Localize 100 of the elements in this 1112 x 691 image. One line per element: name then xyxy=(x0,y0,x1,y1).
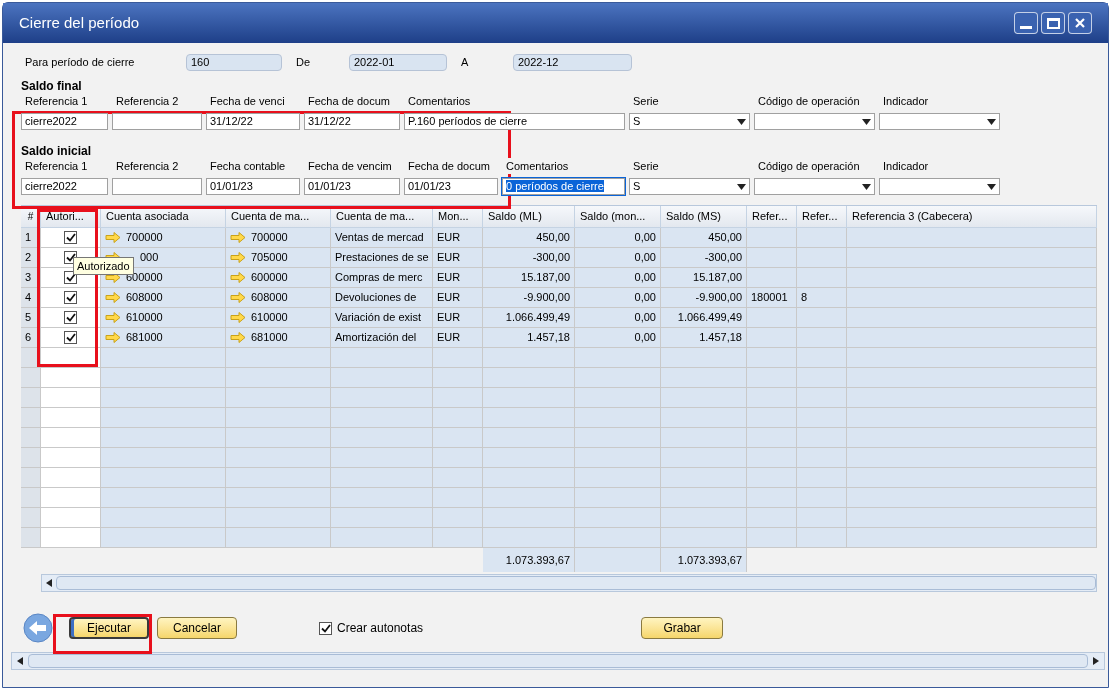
table-cell xyxy=(433,508,483,528)
table-cell-text: 700000 xyxy=(126,230,163,246)
horizontal-scrollbar[interactable] xyxy=(11,652,1105,670)
check-icon xyxy=(65,293,76,302)
table-cell-text: Variación de exist xyxy=(335,310,421,326)
input-field[interactable]: 31/12/22 xyxy=(206,113,300,130)
readonly-field: 2022-12 xyxy=(513,53,632,71)
input-field[interactable]: cierre2022 xyxy=(21,178,108,195)
dropdown-arrow-icon[interactable] xyxy=(987,118,996,125)
field-label: De xyxy=(295,54,312,70)
column-header[interactable]: Saldo (ML) xyxy=(483,206,575,228)
checkbox[interactable] xyxy=(64,311,77,324)
column-header[interactable]: Saldo (MS) xyxy=(661,206,747,228)
check-icon xyxy=(65,233,76,242)
table-cell-text: EUR xyxy=(437,250,461,266)
input-field[interactable]: 01/01/23 xyxy=(206,178,300,195)
table-cell xyxy=(433,448,483,468)
maximize-button[interactable] xyxy=(1041,12,1065,34)
scroll-left-icon[interactable] xyxy=(17,657,23,665)
input-field[interactable] xyxy=(112,178,202,195)
dropdown-arrow-icon[interactable] xyxy=(987,183,996,190)
input-field[interactable]: 01/01/23 xyxy=(304,178,400,195)
scroll-left-icon[interactable] xyxy=(46,579,52,587)
table-cell-text: 000 xyxy=(139,250,159,266)
table-cell-text: 0,00 xyxy=(634,270,656,286)
table-cell-text: 610000 xyxy=(251,310,288,326)
row-header xyxy=(21,488,41,508)
check-icon xyxy=(65,253,76,262)
table-cell xyxy=(747,488,797,508)
table-cell-text: 608000 xyxy=(126,290,163,306)
close-button[interactable] xyxy=(1068,12,1092,34)
dropdown-arrow-icon[interactable] xyxy=(737,183,746,190)
table-cell xyxy=(433,368,483,388)
table-cell-text: Compras de merc xyxy=(335,270,423,286)
column-header[interactable]: Refer... xyxy=(797,206,847,228)
dialog-button[interactable]: Ejecutar xyxy=(69,617,149,639)
input-field[interactable]: 01/01/23 xyxy=(404,178,498,195)
table-cell xyxy=(747,368,797,388)
table-cell-text: EUR xyxy=(437,270,461,286)
table-cell xyxy=(433,488,483,508)
window-title: Cierre del período xyxy=(19,12,140,33)
row-header xyxy=(21,448,41,468)
column-header[interactable]: Saldo (mon... xyxy=(575,206,661,228)
table-cell xyxy=(797,388,847,408)
dropdown-arrow-icon[interactable] xyxy=(862,183,871,190)
dropdown-arrow-icon[interactable] xyxy=(737,118,746,125)
section-heading: Saldo inicial xyxy=(21,143,93,158)
section-heading: Saldo final xyxy=(21,78,83,93)
field-label: Para período de cierre xyxy=(24,54,136,70)
checkbox[interactable] xyxy=(64,271,77,284)
check-icon xyxy=(320,623,331,633)
dialog-button[interactable]: Cancelar xyxy=(157,617,237,639)
table-cell-text: EUR xyxy=(437,230,461,246)
row-header xyxy=(21,528,41,548)
readonly-field: 2022-01 xyxy=(349,53,447,71)
dropdown[interactable]: S xyxy=(629,178,750,195)
table-cell xyxy=(433,388,483,408)
table-cell-text: 180001 xyxy=(751,290,788,306)
table-cell xyxy=(747,528,797,548)
table-cell xyxy=(797,328,847,348)
table-cell xyxy=(797,368,847,388)
save-button[interactable]: Grabar xyxy=(641,617,724,639)
table-cell-text: -300,00 xyxy=(704,250,742,266)
checkbox[interactable] xyxy=(64,291,77,304)
table-cell-text: -9.900,00 xyxy=(695,290,742,306)
horizontal-scrollbar[interactable] xyxy=(41,574,1097,592)
row-header xyxy=(21,428,41,448)
table-cell-text: 0,00 xyxy=(634,330,656,346)
input-field[interactable]: 31/12/22 xyxy=(304,113,400,130)
dropdown-arrow-icon[interactable] xyxy=(862,118,871,125)
link-arrow-icon[interactable] xyxy=(105,272,121,283)
input-field[interactable]: P.160 períodos de cierre xyxy=(404,113,625,130)
scroll-right-icon[interactable] xyxy=(1093,657,1099,665)
table-cell xyxy=(797,468,847,488)
input-field[interactable]: 0 períodos de cierre xyxy=(502,178,625,195)
checkbox[interactable] xyxy=(64,231,77,244)
table-cell xyxy=(41,488,101,508)
checkbox[interactable] xyxy=(319,621,332,635)
table-cell-text: EUR xyxy=(437,290,461,306)
table-cell-text: 450,00 xyxy=(708,230,742,246)
table-cell xyxy=(747,428,797,448)
check-icon xyxy=(65,313,76,322)
table-cell-text: 15.187,00 xyxy=(693,270,742,286)
table-cell xyxy=(41,528,101,548)
table-cell-text: 1.066.499,49 xyxy=(677,310,742,326)
table-cell xyxy=(41,428,101,448)
table-cell xyxy=(41,368,101,388)
input-field[interactable] xyxy=(112,113,202,130)
table-cell-text: 1.457,18 xyxy=(527,330,570,346)
table-cell xyxy=(41,388,101,408)
minimize-button[interactable] xyxy=(1014,12,1038,34)
input-field[interactable]: cierre2022 xyxy=(21,113,108,130)
table-cell-text: EUR xyxy=(437,310,461,326)
checkbox[interactable] xyxy=(64,331,77,344)
column-header[interactable]: Refer... xyxy=(747,206,797,228)
table-cell xyxy=(747,408,797,428)
table-cell-text: 0,00 xyxy=(634,290,656,306)
dropdown[interactable]: S xyxy=(629,113,750,130)
column-header[interactable]: Referencia 3 (Cabecera) xyxy=(847,206,1097,228)
table-cell xyxy=(433,428,483,448)
